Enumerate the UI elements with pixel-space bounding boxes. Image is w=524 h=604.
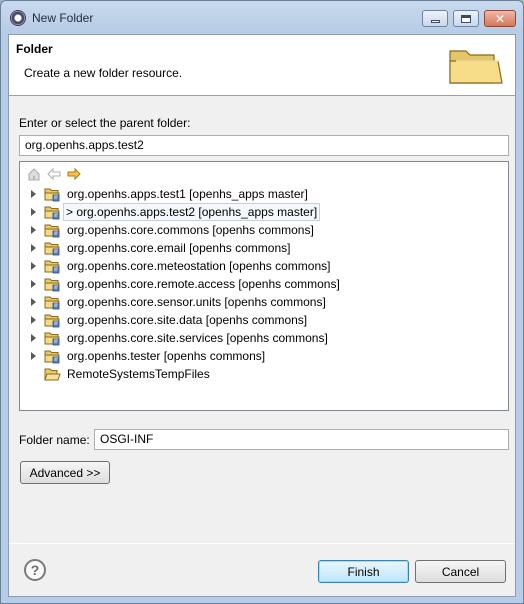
expand-arrow-icon[interactable] [31,190,36,198]
expand-arrow-icon[interactable] [31,352,36,360]
tree-toolbar [26,166,82,182]
tree-item[interactable]: > org.openhs.apps.test2 [openhs_apps mas… [20,203,508,221]
tree-item[interactable]: RemoteSystemsTempFiles [20,365,508,383]
tree-item[interactable]: org.openhs.core.email [openhs commons] [20,239,508,257]
tree-item-label: org.openhs.core.site.services [openhs co… [67,331,328,345]
banner-description: Create a new folder resource. [24,66,183,80]
tree-item-label: org.openhs.tester [openhs commons] [67,349,266,363]
cancel-button[interactable]: Cancel [415,560,506,583]
finish-button[interactable]: Finish [318,560,409,583]
back-arrow-icon[interactable] [46,166,62,182]
parent-folder-label: Enter or select the parent folder: [19,116,191,130]
tree-item[interactable]: org.openhs.core.meteostation [openhs com… [20,257,508,275]
tree-item[interactable]: org.openhs.core.sensor.units [openhs com… [20,293,508,311]
header-banner: Folder Create a new folder resource. [9,35,515,96]
help-icon[interactable]: ? [24,559,46,581]
project-folder-icon [44,186,61,202]
folder-name-input[interactable]: OSGI-INF [94,429,509,450]
project-folder-icon [44,348,61,364]
tree-item-label: org.openhs.core.site.data [openhs common… [67,313,308,327]
tree-item-label: org.openhs.core.meteostation [openhs com… [67,259,331,273]
tree-item[interactable]: org.openhs.tester [openhs commons] [20,347,508,365]
tree-item[interactable]: org.openhs.core.commons [openhs commons] [20,221,508,239]
project-folder-icon [44,258,61,274]
tree-item[interactable]: org.openhs.apps.test1 [openhs_apps maste… [20,185,508,203]
project-folder-icon [44,222,61,238]
folder-name-label: Folder name: [19,433,90,447]
minimize-icon [430,20,440,23]
maximize-icon [461,14,471,23]
project-folder-icon [44,312,61,328]
title-bar[interactable]: New Folder ✕ [1,1,523,35]
forward-arrow-icon[interactable] [66,166,82,182]
maximize-button[interactable] [453,10,479,27]
expand-arrow-icon[interactable] [31,316,36,324]
tree-item-label: org.openhs.core.commons [openhs commons] [67,223,314,237]
expand-arrow-icon[interactable] [31,244,36,252]
tree-item[interactable]: org.openhs.core.remote.access [openhs co… [20,275,508,293]
project-folder-icon [44,330,61,346]
open-folder-icon [44,366,61,382]
tree-item[interactable]: org.openhs.core.site.data [openhs common… [20,311,508,329]
parent-folder-input[interactable]: org.openhs.apps.test2 [19,135,509,156]
dialog-client-area: Folder Create a new folder resource. Ent… [8,34,516,597]
tree-item-label: org.openhs.core.sensor.units [openhs com… [67,295,326,309]
new-folder-dialog: New Folder ✕ Folder Create a new folder … [0,0,524,604]
folder-tree[interactable]: org.openhs.apps.test1 [openhs_apps maste… [19,161,509,411]
footer-separator [9,543,515,544]
close-icon: ✕ [494,11,506,26]
minimize-button[interactable] [422,10,448,27]
tree-item-label: > org.openhs.apps.test2 [openhs_apps mas… [63,203,321,221]
home-icon[interactable] [26,166,42,182]
tree-item-label: org.openhs.core.remote.access [openhs co… [67,277,340,291]
tree-item-label: org.openhs.core.email [openhs commons] [67,241,291,255]
project-folder-icon [44,294,61,310]
project-folder-icon [44,204,61,220]
tree-item-label: RemoteSystemsTempFiles [67,367,210,381]
project-folder-icon [44,240,61,256]
banner-title: Folder [16,42,53,56]
expand-arrow-icon[interactable] [31,334,36,342]
expand-arrow-icon[interactable] [31,226,36,234]
tree-item-label: org.openhs.apps.test1 [openhs_apps maste… [67,187,308,201]
folder-wizard-icon [449,50,503,84]
expand-arrow-icon[interactable] [31,280,36,288]
tree-rows: org.openhs.apps.test1 [openhs_apps maste… [20,185,508,383]
close-button[interactable]: ✕ [484,10,516,27]
window-title: New Folder [32,11,94,25]
advanced-button[interactable]: Advanced >> [20,461,110,484]
expand-arrow-icon[interactable] [31,208,36,216]
expand-arrow-icon[interactable] [31,262,36,270]
tree-item[interactable]: org.openhs.core.site.services [openhs co… [20,329,508,347]
project-folder-icon [44,276,61,292]
eclipse-app-icon [10,10,26,26]
expand-arrow-icon[interactable] [31,298,36,306]
